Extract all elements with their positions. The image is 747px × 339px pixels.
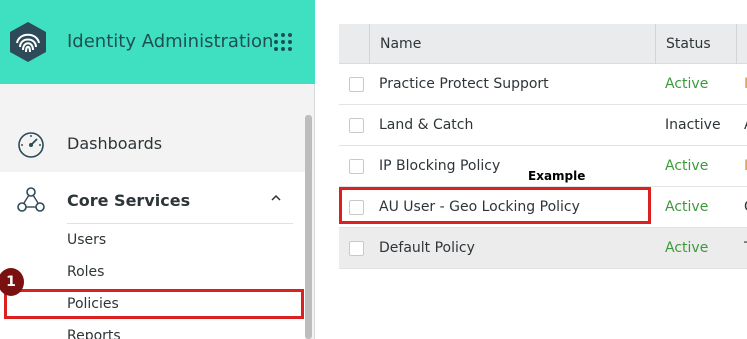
column-header-status[interactable]: Status [666, 36, 711, 52]
column-divider [655, 24, 656, 64]
gauge-icon [18, 132, 44, 158]
app-title: Identity Administration [67, 31, 274, 52]
highlight-box-example-row [339, 187, 651, 224]
row-checkbox[interactable] [349, 118, 364, 133]
sidebar-subitem-roles[interactable]: Roles [67, 264, 104, 280]
app-launcher-grid-icon[interactable] [274, 33, 294, 53]
policy-status: Active [665, 199, 709, 215]
table-row[interactable]: Land & Catch Inactive A [339, 105, 747, 146]
row-checkbox[interactable] [349, 241, 364, 256]
app-header: Identity Administration [0, 0, 315, 84]
policy-name[interactable]: Land & Catch [379, 117, 473, 133]
fingerprint-logo-icon [10, 22, 46, 62]
column-divider [369, 24, 370, 64]
policy-name[interactable]: Default Policy [379, 240, 475, 256]
sidebar-item-dashboards[interactable]: Dashboards [0, 116, 305, 171]
table-row[interactable]: Default Policy Active T [339, 228, 747, 269]
policy-name[interactable]: Practice Protect Support [379, 76, 549, 92]
table-header: Name Status [339, 24, 747, 64]
sidebar-item-core-services[interactable]: Core Services [0, 172, 305, 222]
policy-status: Active [665, 240, 709, 256]
column-header-name[interactable]: Name [380, 36, 421, 52]
sidebar-item-label: Core Services [67, 191, 191, 210]
row-checkbox[interactable] [349, 159, 364, 174]
highlight-box-policies [4, 289, 304, 319]
divider [67, 223, 293, 224]
policy-status: Inactive [665, 117, 721, 133]
chevron-up-icon[interactable] [270, 194, 282, 202]
policy-name[interactable]: IP Blocking Policy [379, 158, 500, 174]
example-label: Example [528, 169, 586, 183]
policies-table: Name Status Practice Protect Support Act… [339, 24, 747, 269]
sidebar-subitem-users[interactable]: Users [67, 232, 106, 248]
policy-status: Active [665, 76, 709, 92]
screenshot-root: Identity Administration Dashboards Core … [0, 0, 747, 339]
row-checkbox[interactable] [349, 77, 364, 92]
sidebar-item-label: Dashboards [67, 134, 163, 153]
sidebar-scrollbar[interactable] [305, 115, 312, 339]
table-row[interactable]: Practice Protect Support Active I [339, 64, 747, 105]
nodes-icon [17, 187, 45, 212]
sidebar-subitem-reports[interactable]: Reports [67, 328, 121, 339]
column-divider [736, 24, 737, 64]
policy-status: Active [665, 158, 709, 174]
